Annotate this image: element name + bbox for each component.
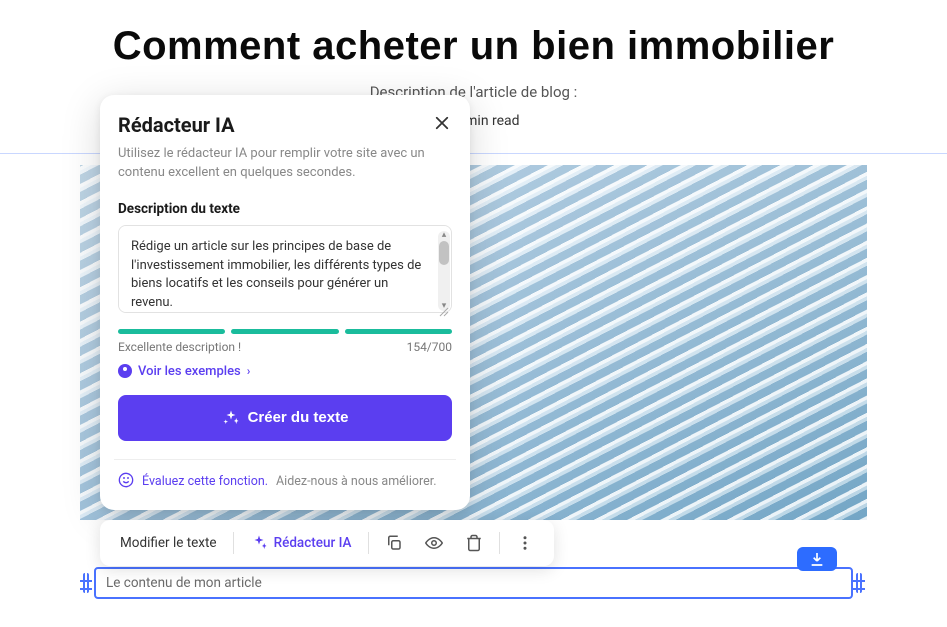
chevron-right-icon: › [247,364,251,378]
ai-writer-panel: Rédacteur IA Utilisez le rédacteur IA po… [100,95,470,510]
edit-text-button[interactable]: Modifier le texte [110,529,227,557]
download-icon [809,551,825,567]
toolbar-separator [368,532,369,554]
page-title: Comment acheter un bien immobilier [20,24,927,69]
feedback-help-text: Aidez-nous à nous améliorer. [276,474,437,489]
quality-progress [118,329,452,334]
more-button[interactable] [506,528,544,558]
sparkle-icon [222,409,240,427]
selection-handle-right[interactable] [853,573,867,593]
char-count: 154/700 [407,340,452,354]
scrollbar-up-icon[interactable]: ▴ [439,230,449,240]
preview-button[interactable] [415,528,453,558]
more-vertical-icon [516,534,534,552]
resize-icon [438,306,450,318]
sparkle-icon [250,534,268,552]
see-examples-link[interactable]: Voir les exemples › [118,364,452,379]
content-field-selection: Le contenu de mon article [80,567,867,599]
create-button-label: Créer du texte [248,409,349,426]
download-button[interactable] [797,547,837,571]
feedback-link[interactable]: Évaluez cette fonction. [142,474,268,489]
textarea-label: Description du texte [118,201,452,217]
resize-handle[interactable] [438,303,450,315]
panel-description: Utilisez le rédacteur IA pour remplir vo… [118,145,452,183]
textarea-wrapper: ▴ ▾ [118,225,452,317]
copy-button[interactable] [375,528,413,558]
progress-segment [345,329,452,334]
close-button[interactable] [432,113,452,133]
scrollbar-thumb[interactable] [439,241,449,265]
quality-label: Excellente description ! [118,340,241,354]
create-text-button[interactable]: Créer du texte [118,395,452,441]
ai-writer-button[interactable]: Rédacteur IA [240,528,362,558]
scrollbar[interactable]: ▴ ▾ [438,231,450,311]
text-toolbar: Modifier le texte Rédacteur IA [100,520,554,566]
panel-divider [114,459,456,460]
toolbar-separator [499,532,500,554]
toolbar-separator [233,532,234,554]
smile-icon [118,472,134,492]
selection-handle-left[interactable] [80,573,94,593]
article-content-input[interactable]: Le contenu de mon article [94,567,853,599]
examples-label: Voir les exemples [138,364,241,379]
feedback-row: Évaluez cette fonction. Aidez-nous à nou… [118,472,452,492]
delete-button[interactable] [455,528,493,558]
progress-segment [118,329,225,334]
progress-segment [231,329,338,334]
description-textarea[interactable] [118,225,452,313]
lightbulb-icon [118,364,132,378]
ai-writer-label: Rédacteur IA [274,535,352,551]
panel-title: Rédacteur IA [118,113,235,137]
eye-icon [425,534,443,552]
close-icon [435,116,449,130]
trash-icon [465,534,483,552]
copy-icon [385,534,403,552]
